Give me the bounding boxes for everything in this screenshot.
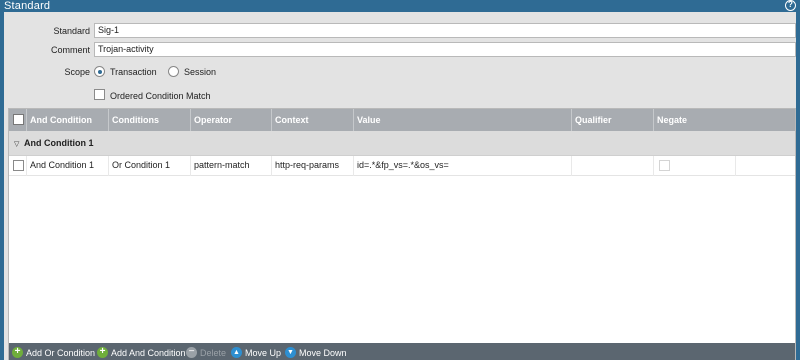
col-value[interactable]: Value (354, 109, 572, 131)
group-row[interactable]: ▽ And Condition 1 (9, 131, 795, 156)
conditions-grid: And Condition Conditions Operator Contex… (8, 108, 796, 360)
col-context[interactable]: Context (272, 109, 354, 131)
move-up-button[interactable]: ▲ Move Up (231, 347, 281, 359)
grid-toolbar: + Add Or Condition + Add And Condition − De… (9, 343, 795, 360)
cell-value[interactable]: id=.*&fp_vs=.*&os_vs= (354, 156, 572, 176)
ordered-condition-label: Ordered Condition Match (110, 91, 211, 101)
arrow-down-icon: ▼ (285, 347, 296, 358)
move-up-label: Move Up (245, 348, 282, 358)
col-qualifier[interactable]: Qualifier (572, 109, 654, 131)
help-icon[interactable]: ? (785, 0, 796, 11)
table-row[interactable]: And Condition 1 Or Condition 1 pattern-m… (9, 156, 795, 176)
cell-negate (654, 156, 736, 176)
move-down-label: Move Down (299, 348, 347, 358)
window-titlebar: Standard ? (0, 0, 800, 12)
scope-label: Scope (64, 67, 90, 77)
add-and-condition-button[interactable]: + Add And Condition (97, 347, 186, 359)
delete-icon: − (186, 347, 197, 358)
col-negate[interactable]: Negate (654, 109, 795, 131)
standard-dialog: Standard Sig-1 Comment Trojan-activity S… (0, 12, 800, 360)
cell-conditions[interactable]: Or Condition 1 (109, 156, 191, 176)
comment-label: Comment (50, 45, 90, 55)
add-icon: + (97, 347, 108, 358)
cell-context[interactable]: http-req-params (272, 156, 354, 176)
move-down-button[interactable]: ▼ Move Down (285, 347, 347, 359)
arrow-up-icon: ▲ (231, 347, 242, 358)
negate-checkbox[interactable] (659, 160, 670, 171)
row-checkbox[interactable] (13, 160, 24, 171)
group-label: And Condition 1 (24, 138, 94, 148)
cell-operator[interactable]: pattern-match (191, 156, 272, 176)
scope-transaction-radio[interactable] (94, 66, 105, 77)
scope-session-radio[interactable] (168, 66, 179, 77)
comment-field[interactable]: Trojan-activity (94, 42, 796, 57)
col-and-condition[interactable]: And Condition (27, 109, 109, 131)
col-operator[interactable]: Operator (191, 109, 272, 131)
collapse-triangle-icon[interactable]: ▽ (14, 140, 19, 148)
scope-transaction-label: Transaction (110, 67, 157, 77)
standard-label: Standard (53, 26, 90, 36)
grid-header: And Condition Conditions Operator Contex… (9, 109, 795, 131)
window-title: Standard (4, 0, 51, 12)
standard-field[interactable]: Sig-1 (94, 23, 796, 38)
ordered-condition-checkbox[interactable] (94, 89, 105, 100)
cell-qualifier[interactable] (572, 156, 654, 176)
col-conditions[interactable]: Conditions (109, 109, 191, 131)
select-all-checkbox[interactable] (13, 114, 24, 125)
add-or-condition-label: Add Or Condition (26, 348, 96, 358)
scope-session-label: Session (184, 67, 217, 77)
add-and-condition-label: Add And Condition (111, 348, 186, 358)
header-select-all (9, 109, 27, 131)
delete-button[interactable]: − Delete (186, 347, 226, 359)
add-or-condition-button[interactable]: + Add Or Condition (12, 347, 95, 359)
add-icon: + (12, 347, 23, 358)
cell-and-condition[interactable]: And Condition 1 (27, 156, 109, 176)
row-select-cell (9, 156, 27, 176)
delete-label: Delete (200, 348, 227, 358)
